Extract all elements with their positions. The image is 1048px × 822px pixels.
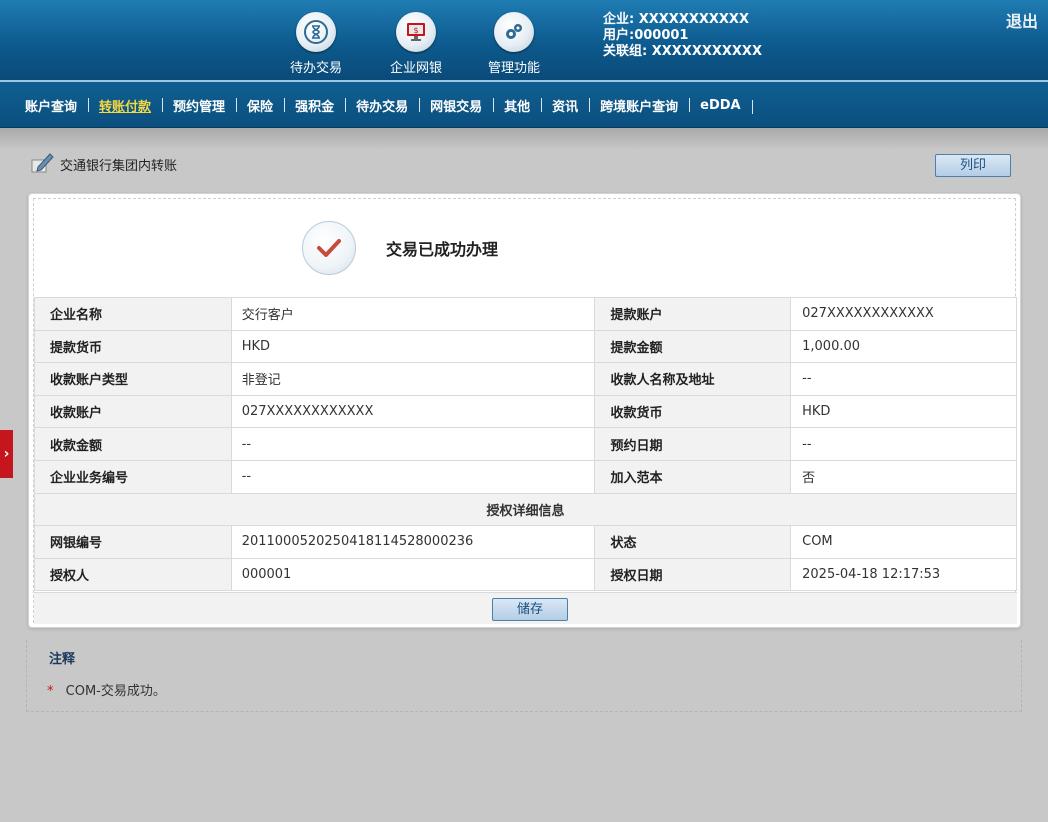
edit-document-icon [31, 153, 54, 173]
field-value: COM [790, 525, 1017, 559]
table-row: 收款账户 027XXXXXXXXXXXX 收款货币 HKD [34, 394, 1017, 429]
field-label: 提款金额 [594, 329, 792, 364]
top-header: 待办交易 $ 企业网银 管理功能 企业: XXXXXXXXXXX 用户:0000… [0, 0, 1048, 82]
nav-item[interactable]: 待办交易 [345, 96, 421, 115]
note-item: * COM-交易成功。 [47, 680, 166, 699]
field-value: -- [230, 427, 596, 461]
note-bullet: * [47, 684, 54, 699]
field-label: 企业业务编号 [34, 459, 232, 494]
field-value: HKD [230, 329, 596, 364]
nav-item[interactable]: 跨境账户查询 [589, 96, 691, 115]
tool-label: 企业网银 [389, 61, 442, 76]
result-panel-inner: 交易已成功办理 企业名称 交行客户 提款账户 027XXXXXXXXXXXX 提款货币 H… [33, 198, 1017, 624]
field-value: 1,000.00 [790, 329, 1017, 364]
save-button[interactable]: 储存 [492, 598, 568, 621]
tool-label: 待办交易 [289, 61, 342, 76]
nav-item[interactable]: 转账付款 [88, 96, 164, 115]
page-title: 交通银行集团内转账 [30, 152, 177, 174]
corporate-banking-tool[interactable]: $ 企业网银 [376, 12, 456, 76]
table-row: 提款货币 HKD 提款金额 1,000.00 [34, 329, 1017, 364]
field-value: 000001 [230, 557, 596, 592]
field-value: 非登记 [230, 362, 596, 396]
page-title-text: 交通银行集团内转账 [60, 159, 178, 174]
success-banner: 交易已成功办理 [302, 221, 498, 275]
table-row: 企业业务编号 -- 加入范本否 [34, 459, 1017, 494]
gears-icon [494, 12, 534, 52]
field-label: 收款金额 [34, 427, 232, 461]
check-icon [302, 221, 356, 275]
pending-transactions-tool[interactable]: 待办交易 [276, 12, 356, 76]
nav-item[interactable]: 保险 [236, 96, 286, 115]
field-label: 授权人 [34, 557, 232, 592]
nav-item[interactable]: 预约管理 [162, 96, 238, 115]
field-value: -- [790, 427, 1017, 461]
field-value: 201100052025041811452800023​6 [230, 525, 596, 559]
field-label: 提款账户 [594, 297, 792, 331]
table-row: 收款账户类型 非登记 收款人名称及地址 -- [34, 362, 1017, 396]
save-button-row: 储存 [34, 592, 1017, 624]
field-label: 提款货币 [34, 329, 232, 364]
field-value: 2025-04-18 12:17:53 [790, 557, 1017, 592]
user-info: 企业: XXXXXXXXXXX 用户:000001 关联组: XXXXXXXXX… [603, 12, 762, 60]
table-row: 授权详细信息 [34, 492, 1017, 527]
logout-link[interactable]: 退出 [1006, 8, 1038, 32]
nav-shadow [0, 128, 1048, 150]
linked-group-text: 关联组: XXXXXXXXXXX [603, 44, 762, 59]
svg-text:$: $ [413, 26, 418, 35]
print-button[interactable]: 列印 [935, 154, 1011, 177]
user-text: 用户:000001 [603, 28, 689, 43]
field-value: 027XXXXXXXXXXXX [790, 297, 1017, 331]
field-value: 交行客户 [230, 297, 596, 331]
field-value: HKD [790, 394, 1017, 429]
tool-label: 管理功能 [487, 61, 540, 76]
field-label: 收款账户类型 [34, 362, 232, 396]
transaction-details-table: 企业名称 交行客户 提款账户 027XXXXXXXXXXXX 提款货币 HKD 提款金额 1,… [34, 297, 1017, 592]
field-label: 企业名称 [34, 297, 232, 331]
table-row: 收款金额 -- 预约日期 -- [34, 427, 1017, 461]
table-row: 授权人 000001 授权日期 2025-04-18 12:17:53 [34, 557, 1017, 592]
hourglass-icon [296, 12, 336, 52]
field-value: -- [230, 459, 596, 494]
field-value: -- [790, 362, 1017, 396]
nav-item[interactable]: 账户查询 [14, 96, 90, 115]
field-value: 027XXXXXXXXXXXX [230, 394, 596, 429]
note-text: COM-交易成功。 [65, 684, 166, 699]
monitor-icon: $ [396, 12, 436, 52]
notes-title: 注释 [49, 652, 76, 667]
side-expand-tab[interactable]: › [0, 430, 13, 478]
auth-section-title: 授权详细信息 [34, 492, 1017, 527]
field-label: 预约日期 [594, 427, 792, 461]
company-text: 企业: XXXXXXXXXXX [603, 12, 749, 27]
field-label: 加入范本 [594, 459, 792, 494]
table-row: 网银编号 201100052025041811452800023​6 状态 COM [34, 525, 1017, 559]
main-nav: 账户查询 转账付款 预约管理 保险 强积金 待办交易 网银交易 其他 资讯 跨境账户查询 eDDA [0, 82, 1048, 128]
nav-item[interactable]: 资讯 [541, 96, 591, 115]
table-row: 企业名称 交行客户 提款账户 027XXXXXXXXXXXX [34, 297, 1017, 331]
field-label: 状态 [594, 525, 792, 559]
management-tool[interactable]: 管理功能 [474, 12, 554, 76]
nav-item[interactable]: 强积金 [284, 96, 347, 115]
result-panel: 交易已成功办理 企业名称 交行客户 提款账户 027XXXXXXXXXXXX 提款货币 H… [28, 193, 1021, 628]
field-label: 收款账户 [34, 394, 232, 429]
nav-item[interactable]: 网银交易 [419, 96, 495, 115]
success-message: 交易已成功办理 [386, 240, 499, 259]
nav-item[interactable]: eDDA [689, 98, 754, 114]
field-label: 收款人名称及地址 [594, 362, 792, 396]
field-value: 否 [790, 459, 1017, 494]
field-label: 收款货币 [594, 394, 792, 429]
nav-item[interactable]: 其他 [493, 96, 543, 115]
notes-section: 注释 * COM-交易成功。 [26, 640, 1022, 712]
field-label: 授权日期 [594, 557, 792, 592]
field-label: 网银编号 [34, 525, 232, 559]
